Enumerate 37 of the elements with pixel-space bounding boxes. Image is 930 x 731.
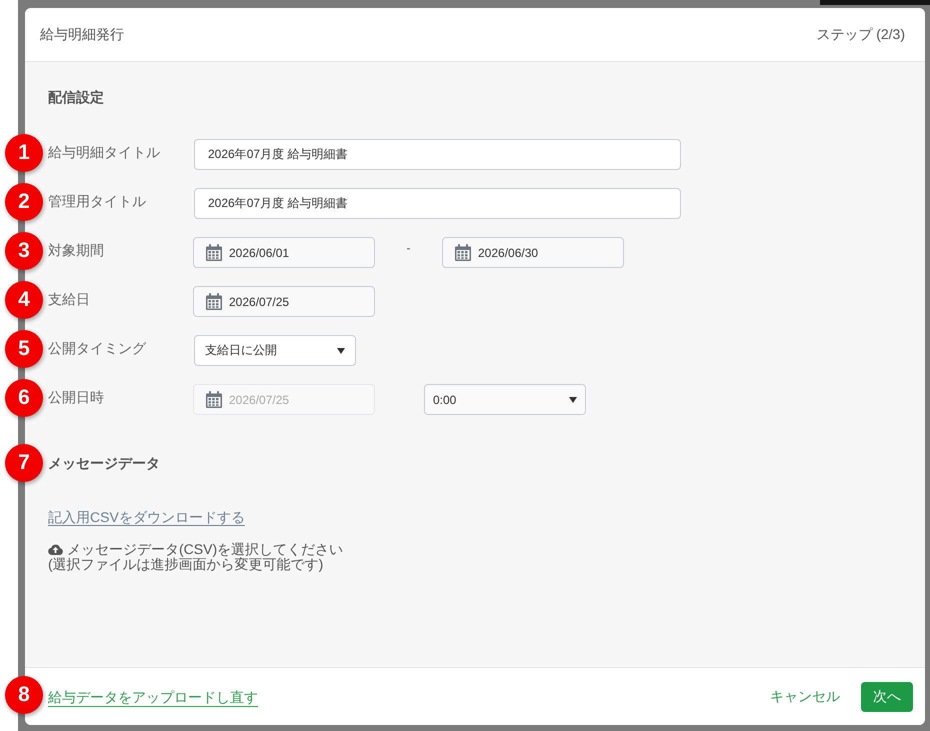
field-label: 給与明細タイトル bbox=[48, 144, 161, 162]
date-input[interactable]: 2026/06/30 bbox=[442, 237, 624, 268]
dialog-title: 給与明細発行 bbox=[40, 26, 124, 44]
annotation-marker: 6 bbox=[5, 378, 43, 416]
caret-icon bbox=[569, 396, 577, 402]
calendar-icon bbox=[206, 244, 222, 261]
time-dropdown[interactable]: 0:00 bbox=[424, 384, 586, 415]
calendar-icon bbox=[455, 244, 471, 261]
annotation-marker: 4 bbox=[5, 280, 43, 318]
annotation-marker: 8 bbox=[5, 676, 43, 714]
upload-prompt: メッセージデータ(CSV)を選択してください bbox=[67, 542, 344, 557]
cloud-upload-icon bbox=[48, 544, 63, 555]
calendar-icon bbox=[206, 293, 222, 310]
range-separator: - bbox=[406, 240, 412, 254]
text-input[interactable]: 2026年07月度 給与明細書 bbox=[194, 139, 681, 170]
annotation-marker: 1 bbox=[5, 134, 43, 172]
step-indicator: ステップ (2/3) bbox=[816, 26, 905, 44]
section-title: 配信設定 bbox=[48, 88, 105, 106]
section-title: メッセージデータ bbox=[48, 455, 160, 471]
field-label: 支給日 bbox=[48, 291, 91, 309]
select-dropdown[interactable]: 支給日に公開 bbox=[194, 335, 356, 366]
date-input[interactable]: 2026/06/01 bbox=[193, 237, 375, 268]
annotation-marker: 3 bbox=[5, 232, 43, 270]
download-link[interactable]: 記入用CSVをダウンロードする bbox=[48, 507, 245, 527]
calendar-icon bbox=[206, 391, 222, 408]
text-input[interactable]: 2026年07月度 給与明細書 bbox=[194, 188, 681, 219]
annotation-marker: 2 bbox=[5, 182, 43, 220]
annotation-marker: 7 bbox=[5, 444, 43, 482]
field-label: 対象期間 bbox=[48, 242, 105, 260]
field-label: 管理用タイトル bbox=[48, 193, 147, 211]
primary-button[interactable]: 次へ bbox=[861, 682, 913, 712]
annotation-marker: 5 bbox=[5, 330, 43, 368]
caret-icon bbox=[337, 348, 345, 354]
date-input[interactable]: 2026/07/25 bbox=[193, 286, 375, 317]
upload-note: (選択ファイルは進捗画面から変更可能です) bbox=[48, 556, 324, 572]
field-label: 公開タイミング bbox=[48, 340, 148, 358]
field-label: 公開日時 bbox=[48, 389, 105, 407]
